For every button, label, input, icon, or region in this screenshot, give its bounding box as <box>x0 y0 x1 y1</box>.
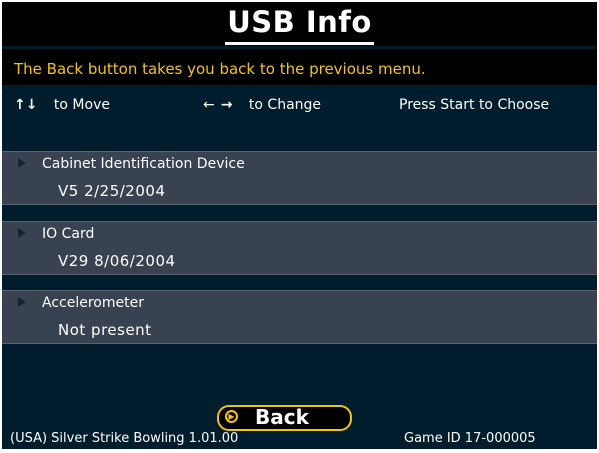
move-control-hint: ↑↓ to Move <box>14 90 110 120</box>
usb-info-screen: USB Info The Back button takes you back … <box>2 2 597 449</box>
controls-legend: ↑↓ to Move ← → to Change Press Start to C… <box>2 90 597 120</box>
menu-item-io-card[interactable]: IO Card V29 8/06/2004 <box>2 221 597 275</box>
change-control-hint: ← → to Change <box>203 90 321 120</box>
item-value: Not present <box>58 321 152 339</box>
menu-item-cabinet-id[interactable]: Cabinet Identification Device V5 2/25/20… <box>2 151 597 205</box>
item-value: V29 8/06/2004 <box>58 252 176 270</box>
left-arrow-icon: ← <box>203 97 215 113</box>
menu-item-accelerometer[interactable]: Accelerometer Not present <box>2 290 597 344</box>
right-arrow-icon: → <box>220 97 233 113</box>
choose-control-hint: Press Start to Choose <box>399 97 550 113</box>
game-id: Game ID 17-000005 <box>404 431 536 446</box>
back-button-label: Back <box>255 405 309 429</box>
item-label: Accelerometer <box>42 295 144 311</box>
item-label: IO Card <box>42 226 95 242</box>
back-button[interactable]: ▶ Back <box>217 405 352 431</box>
change-label: to Change <box>248 97 322 113</box>
move-label: to Move <box>53 97 110 113</box>
item-arrow-icon <box>18 228 26 238</box>
chevron-right-icon: ▶ <box>225 410 238 423</box>
item-arrow-icon <box>18 158 26 168</box>
up-down-arrows-icon: ↑↓ <box>14 97 38 113</box>
title-bar: USB Info <box>2 2 597 46</box>
page-title: USB Info <box>225 2 374 45</box>
hint-text: The Back button takes you back to the pr… <box>2 49 597 85</box>
game-version: (USA) Silver Strike Bowling 1.01.00 <box>10 431 239 446</box>
item-label: Cabinet Identification Device <box>42 156 245 172</box>
item-value: V5 2/25/2004 <box>58 182 166 200</box>
item-arrow-icon <box>18 297 26 307</box>
